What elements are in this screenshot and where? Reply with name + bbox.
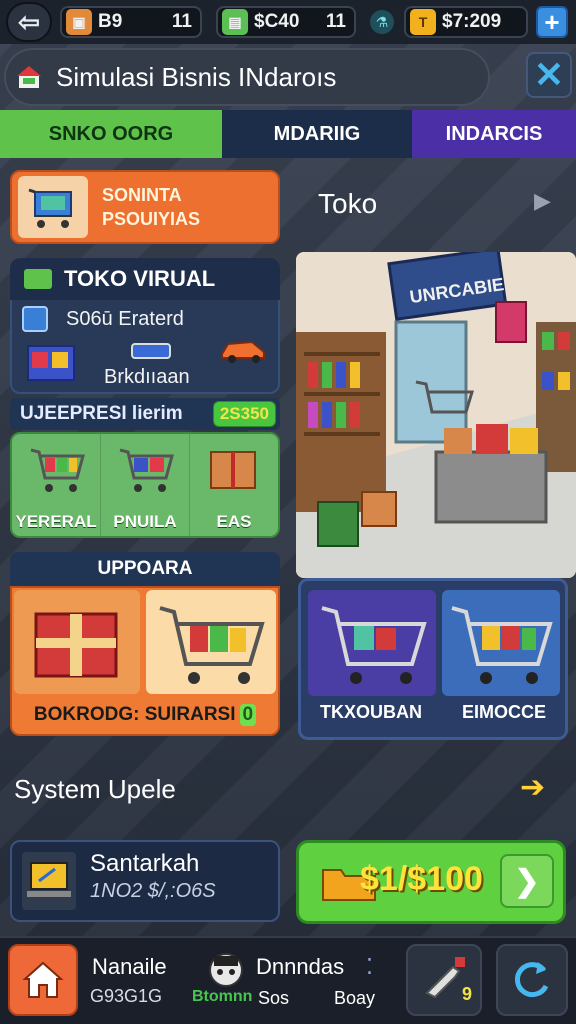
system-label: System Upele xyxy=(14,774,176,804)
document-icon xyxy=(22,306,48,332)
shopping-cart-icon xyxy=(321,606,427,684)
go-button[interactable]: ❯ xyxy=(500,854,554,908)
store-scene[interactable]: UNRCABIE xyxy=(296,252,576,578)
bottom-bar xyxy=(0,936,576,1024)
store-row-1: S06ū Eraterd xyxy=(66,308,184,330)
delivery-title: UJEEPRESI lierim xyxy=(20,403,183,424)
add-currency-button[interactable]: + xyxy=(536,6,568,38)
refresh-button[interactable] xyxy=(496,944,568,1016)
action-cart-blue[interactable] xyxy=(442,590,560,696)
category-popular[interactable]: PNUILA xyxy=(101,434,190,536)
home-icon xyxy=(22,961,64,998)
plus-icon: + xyxy=(544,6,560,37)
more-icon[interactable]: ⁚ xyxy=(366,954,373,980)
player-pony: Boay xyxy=(334,988,376,1008)
upgrade-header: UPPOARA xyxy=(10,552,280,586)
shopping-cart-icon xyxy=(30,448,85,492)
category-panel: YERERAL PNUILA EAS xyxy=(10,432,280,538)
player-seo: Sos xyxy=(258,988,290,1008)
title-bar: Simulasi Bisnis INdaroıs xyxy=(4,48,490,106)
shopping-cart-icon xyxy=(119,448,174,492)
action-label: TKXOUBAN xyxy=(319,702,422,722)
resource-cash[interactable]: ▤ $C40 11 xyxy=(216,6,356,38)
avatar[interactable] xyxy=(206,950,246,990)
resource-gold[interactable]: T $7:209 xyxy=(404,6,528,38)
store-row-2: Brkdııaan xyxy=(104,366,190,388)
home-button[interactable] xyxy=(8,944,78,1016)
action-labels: TKXOUBAN EIMOCCE xyxy=(300,702,566,730)
action-label: EIMOCCE xyxy=(461,702,546,722)
gold-coin-icon: T xyxy=(410,9,436,35)
info-card-name: Santarkah xyxy=(90,850,200,877)
resource-cash-value: $C40 xyxy=(254,11,300,32)
resource-gold-value: $7:209 xyxy=(442,11,502,32)
gift-box-icon xyxy=(14,590,140,694)
sort-line1: SONINTA xyxy=(102,184,182,205)
arrow-right-icon[interactable]: ➔ xyxy=(520,770,545,805)
shopping-cart-icon xyxy=(146,590,276,694)
tab-store[interactable]: SNKO OORG xyxy=(0,110,222,158)
sort-panel[interactable]: SONINTA PSOUIYIAS xyxy=(10,170,280,244)
toko-title: Toko xyxy=(318,188,378,219)
tab-industry[interactable]: INDARCIS xyxy=(412,110,576,158)
back-arrow-icon: ⇦ xyxy=(18,6,40,37)
shopping-cart-icon xyxy=(451,606,553,684)
chevron-right-icon[interactable]: ▶ xyxy=(534,188,551,214)
shopping-cart-icon xyxy=(18,176,88,238)
virtual-store-header: TOKO VIRUAL xyxy=(10,258,280,300)
refresh-icon xyxy=(515,962,549,998)
store-icon xyxy=(24,269,52,289)
back-button[interactable]: ⇦ xyxy=(6,2,52,42)
virtual-store-title: TOKO VIRUAL xyxy=(64,266,216,291)
delivery-bar[interactable]: UJEEPRESI lierim 2S350 xyxy=(10,398,280,430)
tools-button[interactable]: 9 xyxy=(406,944,482,1016)
resource-ticket[interactable]: ▣ B9 11 xyxy=(60,6,202,38)
info-card-sub: 1NO2 $/,:O6S xyxy=(90,880,216,902)
resource-ticket-count: 11 xyxy=(171,11,192,32)
player-name: Nanaile xyxy=(92,954,167,979)
category-label: YERERAL xyxy=(15,512,97,531)
category-general[interactable]: YERERAL xyxy=(12,434,101,536)
close-icon: ✕ xyxy=(533,54,565,95)
player-sub: Btomnn xyxy=(192,988,253,1005)
page-title: Simulasi Bisnis INdaroıs xyxy=(56,61,337,92)
upgrade-label-text: BOKRODG: SUIRARSI xyxy=(33,704,236,725)
tools-badge: 9 xyxy=(462,984,473,1004)
upgrade-label: BOKRODG: SUIRARSI 0 xyxy=(14,700,276,730)
category-label: PNUILA xyxy=(113,512,177,531)
shop-logo-icon xyxy=(12,60,46,94)
upgrade-green-value: 0 xyxy=(239,704,257,726)
close-button[interactable]: ✕ xyxy=(526,52,572,98)
cash-stack-icon: ▤ xyxy=(222,9,248,35)
player-number: G93G1G xyxy=(90,986,163,1006)
laptop-icon xyxy=(22,852,76,910)
player-name-2: Dnnndas xyxy=(256,954,345,979)
delivery-badge: 2S350 xyxy=(212,401,276,427)
action-cart-purple[interactable] xyxy=(308,590,436,696)
sort-line2: PSOUIYIAS xyxy=(102,209,201,229)
ticket-icon: ▣ xyxy=(66,9,92,35)
flask-icon: ⚗ xyxy=(370,10,394,34)
category-label: EAS xyxy=(216,512,252,531)
gift-box-icon xyxy=(26,336,78,384)
cardboard-box-icon xyxy=(210,451,256,489)
tab-market[interactable]: MDARIIG xyxy=(222,110,412,158)
chevron-right-icon: ❯ xyxy=(514,864,540,898)
resource-cash-count: 11 xyxy=(325,11,346,32)
category-eas[interactable]: EAS xyxy=(190,434,278,536)
resource-ticket-value: B9 xyxy=(98,11,123,32)
phone-icon xyxy=(130,340,174,362)
car-icon xyxy=(218,334,268,364)
cash-value: $1/$100 xyxy=(360,860,483,898)
